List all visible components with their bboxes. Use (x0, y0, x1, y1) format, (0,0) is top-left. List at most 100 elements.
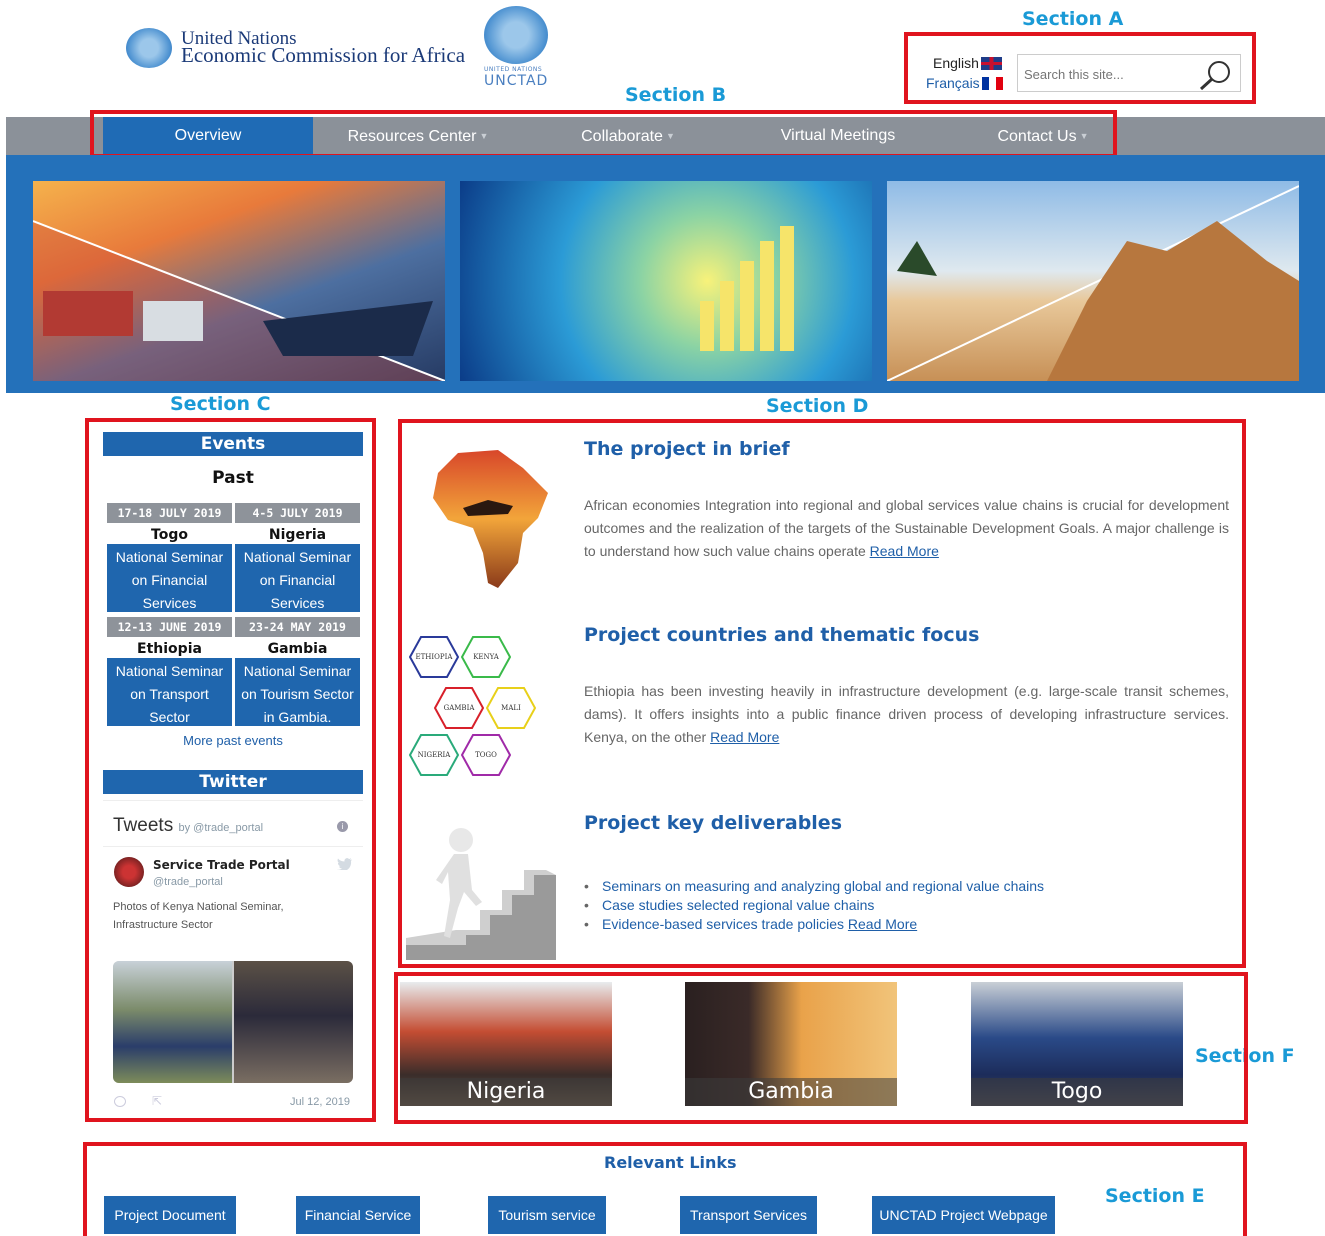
hex-label: TOGO (475, 751, 497, 759)
event-country: Gambia (267, 641, 328, 657)
link-unctad-project-webpage[interactable]: UNCTAD Project Webpage (872, 1196, 1055, 1234)
hex-nigeria[interactable]: NIGERIA (408, 733, 460, 777)
tweets-by-label[interactable]: by @trade_portal (178, 822, 263, 834)
link-project-document[interactable]: Project Document (104, 1196, 236, 1234)
event-date: 17-18 JULY 2019 (107, 503, 232, 523)
photo-gambia[interactable]: Gambia (685, 982, 897, 1106)
event-country: Ethiopia (137, 641, 202, 657)
hex-mali[interactable]: MALI (485, 686, 537, 730)
countries-body: Ethiopia has been investing heavily in i… (584, 680, 1229, 749)
event-title-link[interactable]: National Seminar on Financial Services (235, 544, 360, 612)
photo-caption: Gambia (685, 1078, 897, 1106)
unctad-small-text: UNITED NATIONS (484, 66, 543, 73)
photo-caption: Nigeria (400, 1078, 612, 1106)
event-date: 12-13 JUNE 2019 (107, 617, 232, 637)
unctad-emblem-icon (484, 6, 548, 64)
hex-gambia[interactable]: GAMBIA (433, 686, 485, 730)
relevant-links-title: Relevant Links (604, 1153, 737, 1172)
tweet-handle[interactable]: @trade_portal (153, 876, 223, 888)
section-b-box (90, 110, 1117, 158)
un-emblem-icon (126, 28, 172, 68)
uneca-logo[interactable]: United Nations Economic Commission for A… (181, 29, 466, 67)
section-d-label: Section D (766, 395, 869, 417)
link-financial-service[interactable]: Financial Service (296, 1196, 420, 1234)
event-title-line: Sector (149, 709, 190, 725)
deliverables-title: Project key deliverables (584, 812, 843, 834)
event-title-line: Services (270, 595, 325, 611)
tweet-photo[interactable] (113, 961, 353, 1083)
hex-label: GAMBIA (443, 704, 475, 712)
photo-caption: Togo (971, 1078, 1183, 1106)
twitter-header: Twitter (103, 770, 363, 794)
banner-image-trade (33, 181, 445, 381)
tweet-date[interactable]: Jul 12, 2019 (290, 1096, 350, 1108)
countries-body-text: Ethiopia has been investing heavily in i… (584, 683, 1229, 745)
info-icon[interactable]: i (337, 821, 348, 832)
event-title-line: on Financial (259, 572, 336, 588)
tweets-label: Tweets (113, 815, 174, 836)
photo-togo[interactable]: Togo (971, 982, 1183, 1106)
event-title-line: Services (142, 595, 197, 611)
org-name-line2: Economic Commission for Africa (181, 43, 466, 67)
read-more-link[interactable]: Read More (848, 916, 917, 932)
tweet-photo-left (113, 961, 232, 1083)
list-item: Seminars on measuring and analyzing glob… (584, 877, 1229, 896)
tweet-photo-right (234, 961, 353, 1083)
avatar[interactable] (114, 857, 144, 887)
event-title-line: on Transport (130, 686, 209, 702)
section-c-label: Section C (170, 393, 271, 415)
section-a-label: Section A (1022, 8, 1124, 30)
event-date: 4-5 JULY 2019 (235, 503, 360, 523)
event-title-line: National Seminar (115, 549, 224, 565)
hex-label: NIGERIA (417, 751, 451, 759)
brief-title: The project in brief (584, 438, 790, 460)
event-title-line: National Seminar (115, 663, 224, 679)
hex-ethiopia[interactable]: ETHIOPIA (408, 635, 460, 679)
read-more-link[interactable]: Read More (710, 729, 779, 745)
deliverable-text: Seminars on measuring and analyzing glob… (602, 878, 1045, 894)
hex-label: ETHIOPIA (415, 653, 453, 661)
deliverables-list: Seminars on measuring and analyzing glob… (584, 877, 1229, 934)
event-country: Nigeria (268, 527, 327, 543)
banner-image-finance (460, 181, 872, 381)
hex-label: MALI (501, 704, 521, 712)
list-item: Case studies selected regional value cha… (584, 896, 1229, 915)
reply-icon[interactable] (114, 1096, 126, 1107)
tweet-account-name[interactable]: Service Trade Portal (153, 858, 290, 872)
event-date: 23-24 MAY 2019 (235, 617, 360, 637)
photo-nigeria[interactable]: Nigeria (400, 982, 612, 1106)
read-more-link[interactable]: Read More (870, 543, 939, 559)
event-title-link[interactable]: National Seminar on Tourism Sector in Ga… (235, 658, 360, 726)
deliverable-text: Evidence-based services trade policies (602, 916, 845, 932)
more-past-events-link[interactable]: More past events (103, 733, 363, 748)
event-title-line: in Gambia. (263, 709, 332, 725)
hex-togo[interactable]: TOGO (460, 733, 512, 777)
hex-label: KENYA (473, 653, 499, 661)
section-a-box (904, 32, 1256, 104)
event-title-line: on Tourism Sector (241, 686, 354, 702)
event-title-line: National Seminar (243, 663, 352, 679)
event-title-line: National Seminar (243, 549, 352, 565)
share-icon[interactable]: ⇱ (152, 1094, 162, 1108)
divider (103, 846, 363, 847)
event-country: Togo (151, 527, 188, 543)
banner-image-tourism (887, 181, 1299, 381)
unctad-logo[interactable]: UNITED NATIONS UNCTAD (484, 66, 548, 89)
brief-body: African economies Integration into regio… (584, 494, 1229, 563)
link-tourism-service[interactable]: Tourism service (488, 1196, 606, 1234)
africa-map-icon (433, 450, 548, 588)
tweets-heading: Tweets by @trade_portal (113, 815, 263, 837)
event-title-link[interactable]: National Seminar on Transport Sector (107, 658, 232, 726)
hex-kenya[interactable]: KENYA (460, 635, 512, 679)
unctad-text: UNCTAD (484, 73, 549, 89)
twitter-bird-icon (337, 858, 352, 870)
event-title-line: on Financial (131, 572, 208, 588)
event-title-link[interactable]: National Seminar on Financial Services (107, 544, 232, 612)
events-past-heading: Past (212, 468, 254, 488)
section-b-label: Section B (625, 84, 727, 106)
link-transport-services[interactable]: Transport Services (680, 1196, 817, 1234)
stairs-figure-icon (406, 828, 556, 960)
events-header: Events (103, 432, 363, 456)
list-item: Evidence-based services trade policies R… (584, 915, 1229, 934)
countries-title: Project countries and thematic focus (584, 624, 980, 646)
